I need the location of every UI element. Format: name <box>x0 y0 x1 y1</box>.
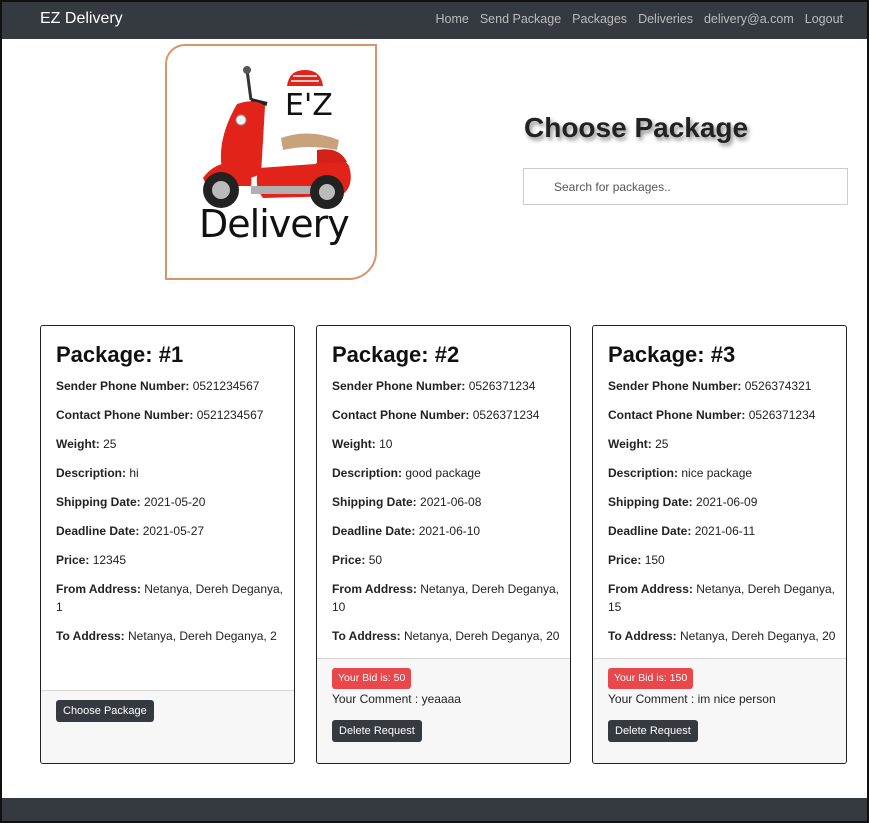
field-sender-phone: Sender Phone Number: 0521234567 <box>56 379 260 393</box>
field-description: Description: nice package <box>608 466 753 480</box>
package-card: Package: #3 Sender Phone Number: 0526374… <box>592 325 847 764</box>
field-from-address: From Address: Netanya, Dereh Deganya, 15 <box>608 582 835 614</box>
page-title: Choose Package <box>524 112 749 143</box>
field-sender-phone: Sender Phone Number: 0526374321 <box>608 379 812 393</box>
card-footer: Your Bid is: 150 Your Comment : im nice … <box>593 658 846 763</box>
nav-logout[interactable]: Logout <box>805 12 843 26</box>
field-weight: Weight: 10 <box>332 437 393 451</box>
card-footer: Your Bid is: 50 Your Comment : yeaaaa De… <box>317 658 570 763</box>
logo: E'Z Delivery <box>165 44 377 280</box>
field-description: Description: good package <box>332 466 481 480</box>
field-weight: Weight: 25 <box>608 437 669 451</box>
bid-comment: Your Comment : yeaaaa <box>332 692 461 706</box>
card-footer: Choose Package <box>41 690 294 763</box>
nav-send-package[interactable]: Send Package <box>480 12 561 26</box>
footer-bar <box>2 798 867 821</box>
field-contact-phone: Contact Phone Number: 0526371234 <box>332 408 540 422</box>
field-price: Price: 12345 <box>56 553 127 567</box>
nav-home[interactable]: Home <box>436 12 469 26</box>
field-contact-phone: Contact Phone Number: 0521234567 <box>56 408 264 422</box>
field-shipping-date: Shipping Date: 2021-06-08 <box>332 495 482 509</box>
nav-links: Home Send Package Packages Deliveries de… <box>436 12 844 26</box>
package-title: Package: #3 <box>608 342 736 367</box>
package-details: Sender Phone Number: 0521234567 Contact … <box>56 377 284 656</box>
package-title: Package: #2 <box>332 342 460 367</box>
field-to-address: To Address: Netanya, Dereh Deganya, 20 <box>608 629 836 643</box>
field-sender-phone: Sender Phone Number: 0526371234 <box>332 379 536 393</box>
field-deadline-date: Deadline Date: 2021-05-27 <box>56 524 205 538</box>
logo-ez-text: E'Z <box>285 88 333 123</box>
field-contact-phone: Contact Phone Number: 0526371234 <box>608 408 816 422</box>
field-to-address: To Address: Netanya, Dereh Deganya, 2 <box>56 629 277 643</box>
package-details: Sender Phone Number: 0526371234 Contact … <box>332 377 560 656</box>
bid-badge: Your Bid is: 150 <box>608 668 694 689</box>
choose-package-button[interactable]: Choose Package <box>56 700 154 722</box>
package-card: Package: #1 Sender Phone Number: 0521234… <box>40 325 295 764</box>
package-card: Package: #2 Sender Phone Number: 0526371… <box>316 325 571 764</box>
nav-packages[interactable]: Packages <box>572 12 627 26</box>
field-deadline-date: Deadline Date: 2021-06-10 <box>332 524 481 538</box>
navbar: EZ Delivery Home Send Package Packages D… <box>2 2 867 39</box>
nav-deliveries[interactable]: Deliveries <box>638 12 693 26</box>
nav-user-email[interactable]: delivery@a.com <box>704 12 794 26</box>
bid-badge: Your Bid is: 50 <box>332 668 412 689</box>
delete-request-button[interactable]: Delete Request <box>332 720 422 742</box>
brand-link[interactable]: EZ Delivery <box>40 10 123 28</box>
field-deadline-date: Deadline Date: 2021-06-11 <box>608 524 756 538</box>
field-from-address: From Address: Netanya, Dereh Deganya, 1 <box>56 582 283 614</box>
package-title: Package: #1 <box>56 342 184 367</box>
field-shipping-date: Shipping Date: 2021-05-20 <box>56 495 206 509</box>
delete-request-button[interactable]: Delete Request <box>608 720 698 742</box>
field-price: Price: 150 <box>608 553 665 567</box>
field-price: Price: 50 <box>332 553 383 567</box>
package-details: Sender Phone Number: 0526374321 Contact … <box>608 377 836 656</box>
field-weight: Weight: 25 <box>56 437 117 451</box>
field-shipping-date: Shipping Date: 2021-06-09 <box>608 495 758 509</box>
field-from-address: From Address: Netanya, Dereh Deganya, 10 <box>332 582 559 614</box>
logo-delivery-text: Delivery <box>199 202 350 246</box>
bid-comment: Your Comment : im nice person <box>608 692 776 706</box>
search-input[interactable] <box>523 168 848 205</box>
field-description: Description: hi <box>56 466 139 480</box>
field-to-address: To Address: Netanya, Dereh Deganya, 20 <box>332 629 560 643</box>
